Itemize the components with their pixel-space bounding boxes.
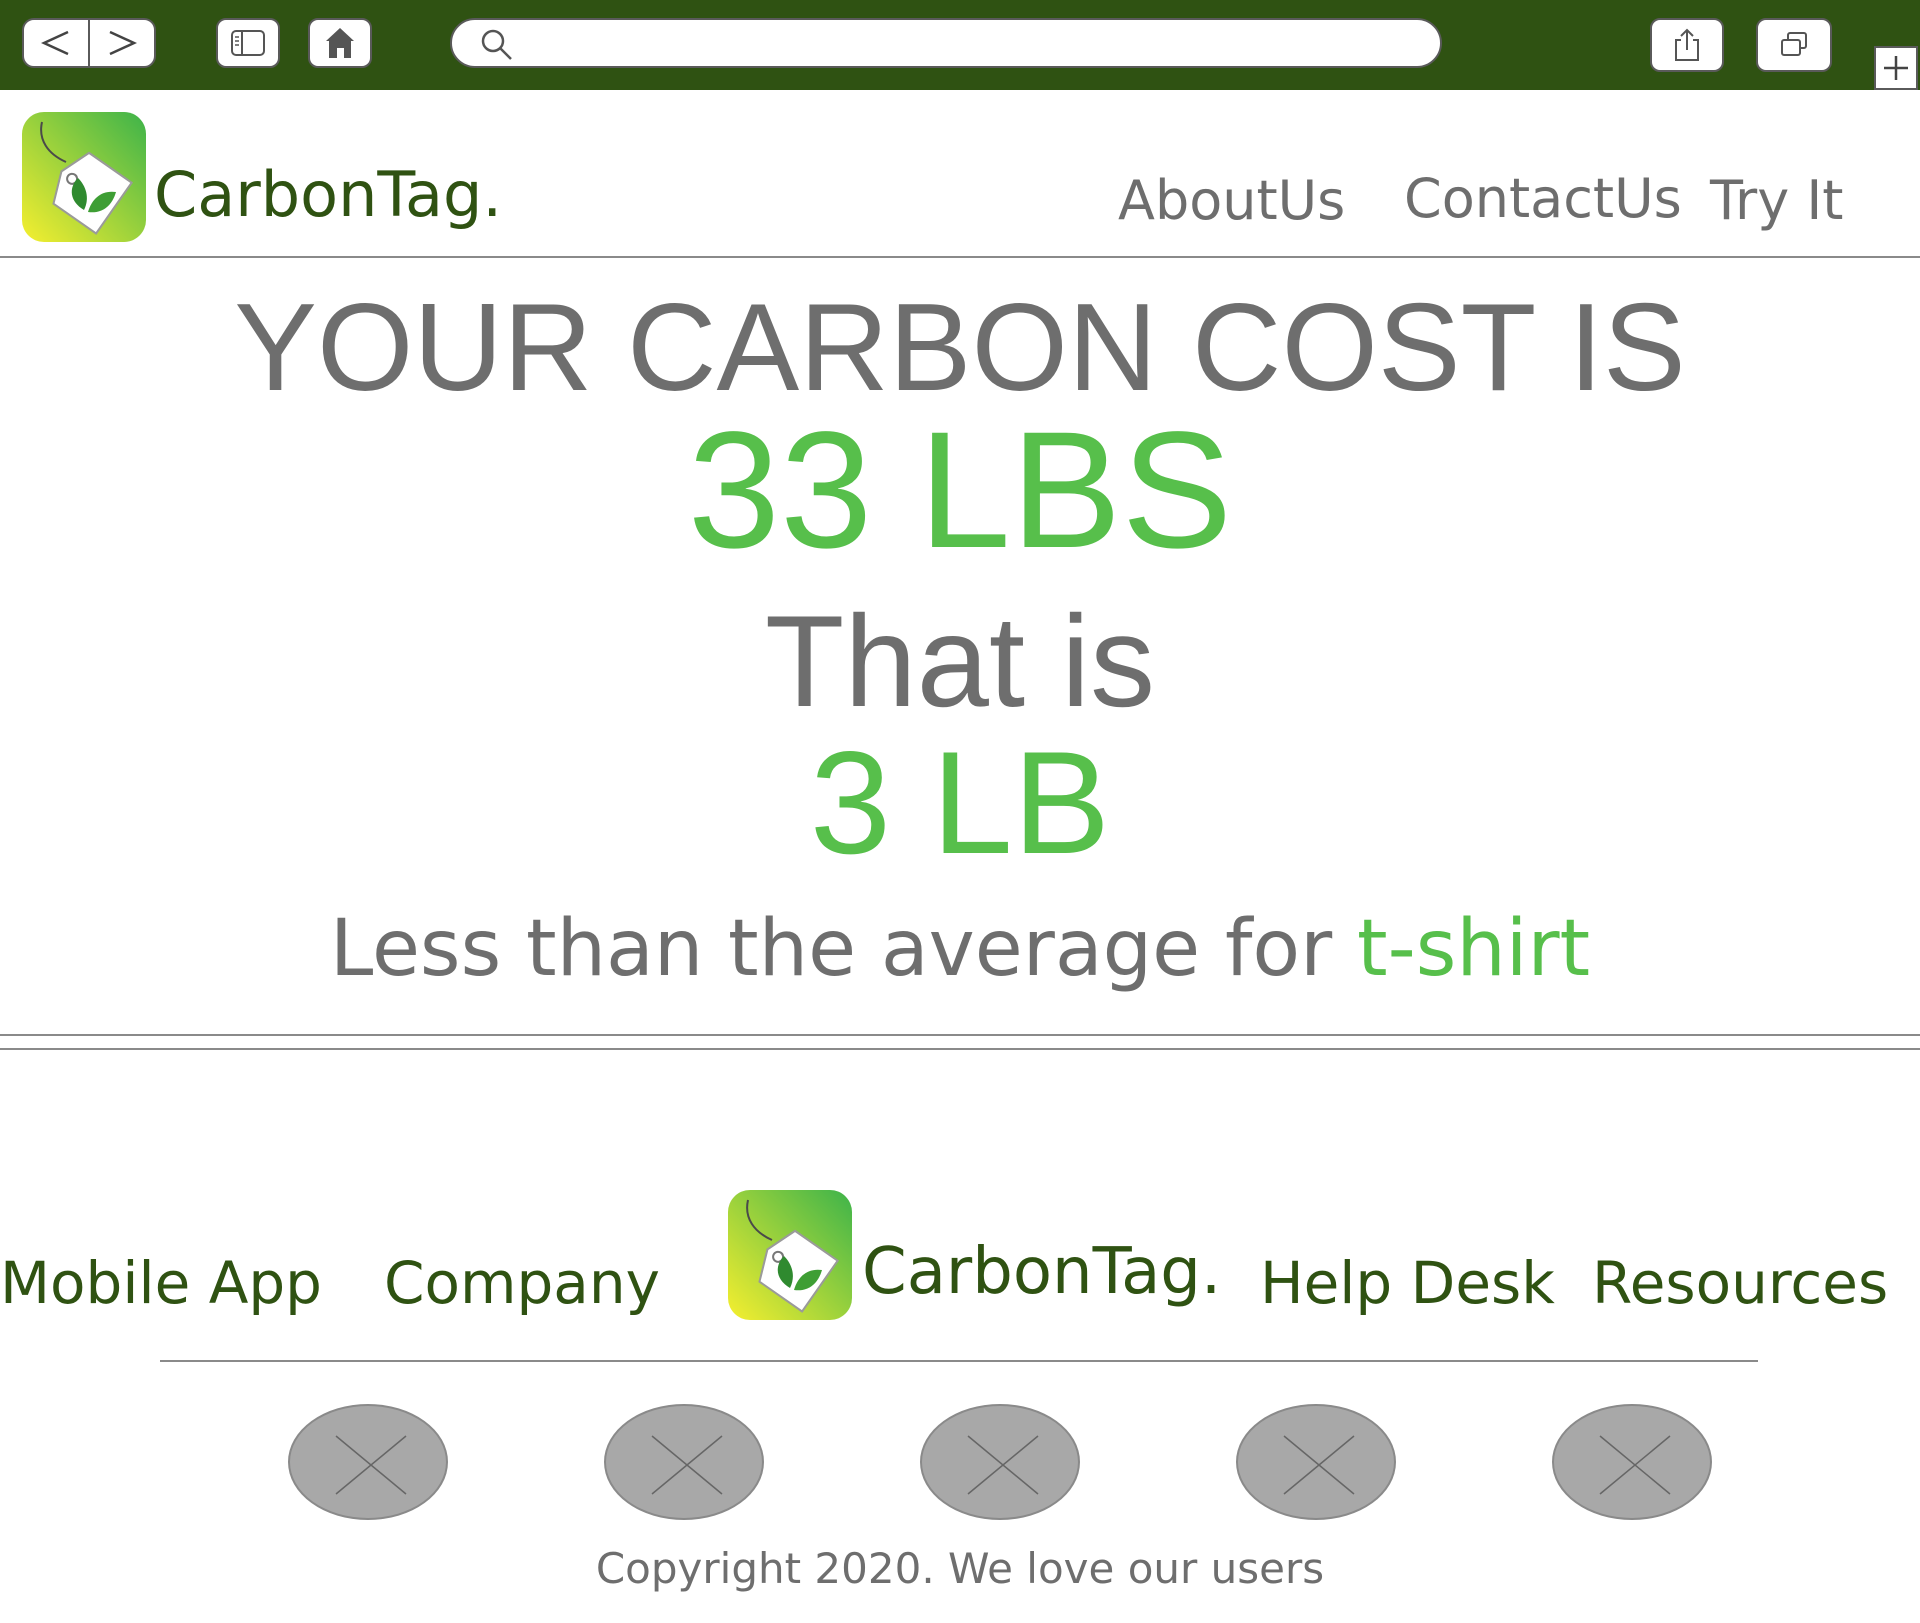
tabs-button[interactable] [1756, 18, 1832, 72]
comparison-text: Less than the average for t-shirt [0, 910, 1920, 988]
footer-company[interactable]: Company [384, 1254, 660, 1312]
footer-divider [160, 1360, 1758, 1362]
search-icon [481, 29, 512, 60]
footer-mobile-app[interactable]: Mobile App [0, 1254, 322, 1312]
comparison-prefix: Less than the average for [329, 904, 1357, 994]
image-placeholder-icon [1599, 1435, 1671, 1495]
image-placeholder-icon [335, 1435, 407, 1495]
home-icon [326, 28, 354, 58]
new-tab-button[interactable] [1874, 46, 1918, 90]
footer-resources[interactable]: Resources [1592, 1254, 1888, 1312]
header-divider [0, 256, 1920, 258]
nav-contact-us[interactable]: ContactUs [1404, 172, 1682, 226]
tag-leaf-icon [728, 1190, 852, 1320]
social-icon-placeholder-2[interactable] [604, 1404, 764, 1520]
nav-about-us[interactable]: AboutUs [1118, 174, 1345, 228]
equivalent-label: That is [764, 588, 1156, 734]
footer-carbontag-logo[interactable] [728, 1190, 852, 1320]
section-divider-top [0, 1034, 1920, 1036]
sidebar-icon [231, 30, 265, 56]
back-icon [40, 30, 69, 56]
image-placeholder-icon [1283, 1435, 1355, 1495]
tag-leaf-icon [22, 112, 146, 242]
sidebar-button[interactable] [216, 18, 280, 68]
social-icon-placeholder-3[interactable] [920, 1404, 1080, 1520]
equivalent-value: 3 LB [809, 721, 1111, 884]
carbon-cost-value: 33 LBS [687, 398, 1233, 583]
back-button[interactable] [22, 18, 90, 68]
share-icon [1675, 28, 1699, 61]
nav-try-it[interactable]: Try It [1710, 174, 1843, 228]
home-button[interactable] [308, 18, 372, 68]
browser-toolbar [0, 0, 1920, 90]
tabs-icon [1781, 32, 1807, 56]
social-icon-placeholder-1[interactable] [288, 1404, 448, 1520]
image-placeholder-icon [651, 1435, 723, 1495]
address-bar[interactable] [450, 18, 1442, 68]
comparison-item: t-shirt [1357, 904, 1591, 994]
plus-icon [1884, 56, 1908, 80]
footer-help-desk[interactable]: Help Desk [1260, 1254, 1555, 1312]
footer-brand-name[interactable]: CarbonTag. [862, 1240, 1221, 1304]
share-button[interactable] [1650, 18, 1724, 72]
image-placeholder-icon [967, 1435, 1039, 1495]
forward-button[interactable] [88, 18, 156, 68]
social-icon-placeholder-5[interactable] [1552, 1404, 1712, 1520]
url-input[interactable] [528, 26, 1412, 62]
social-icon-placeholder-4[interactable] [1236, 1404, 1396, 1520]
header-brand-name[interactable]: CarbonTag. [154, 164, 502, 226]
forward-icon [109, 30, 138, 56]
section-divider-bottom [0, 1048, 1920, 1050]
carbon-cost-heading: YOUR CARBON COST IS [234, 279, 1686, 417]
copyright-text: Copyright 2020. We love our users [595, 1544, 1325, 1593]
carbontag-logo[interactable] [22, 112, 146, 242]
